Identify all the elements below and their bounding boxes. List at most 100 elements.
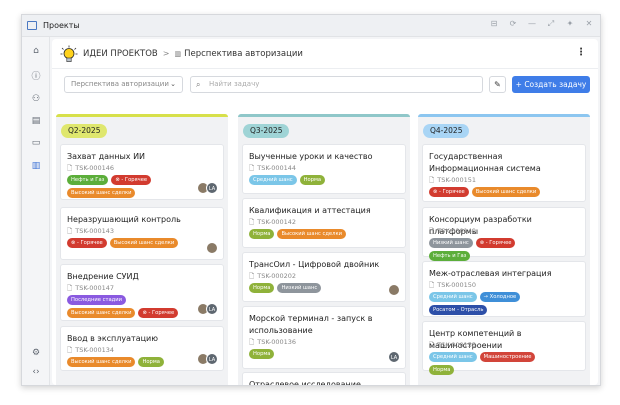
refresh-icon[interactable]: ⟳ xyxy=(508,19,518,29)
app-window: Проекты ⊟ ⟳ — ⤢ ✦ ✕ ⌂ ⓘ ⚇ ▤ ▭ ▥ ⚙ ‹› ИДЕ… xyxy=(21,14,601,386)
assignee-avatars: LA xyxy=(197,182,218,194)
task-card[interactable]: Морской терминал - запуск в использовани… xyxy=(242,306,406,369)
close-icon[interactable]: ✕ xyxy=(584,19,594,29)
tag-list: Средний шанс Машиностроение Норма xyxy=(429,352,559,375)
column-title: Q3-2025 xyxy=(243,124,290,138)
chat-icon[interactable]: ▭ xyxy=(30,137,42,149)
task-card[interactable]: Меж-отраслевая интеграция 🗋 TSK-000150 Сред… xyxy=(422,261,586,317)
sidebar: ⌂ ⓘ ⚇ ▤ ▭ ▥ ⚙ ‹› xyxy=(22,37,50,385)
breadcrumb-root[interactable]: ИДЕИ ПРОЕКТОВ xyxy=(83,49,158,59)
task-id-text: TSK-000150 xyxy=(437,281,477,289)
tag-list: ⊗ - Горячее Высокий шанс сделки xyxy=(67,238,197,248)
task-title: Внедрение СУИД xyxy=(67,272,139,281)
task-card[interactable]: Внедрение СУИД 🗋 TSK-000147 Последние стади… xyxy=(60,264,224,321)
code-icon[interactable]: ‹› xyxy=(30,366,42,378)
column-color-bar xyxy=(418,114,590,117)
filter-bar: Перспектива авторизации ⌄ ⌕ Найти задачу… xyxy=(52,70,598,100)
task-title: Захват данных ИИ xyxy=(67,152,146,161)
avatar-initials[interactable]: LA xyxy=(388,351,400,363)
task-id-text: TSK-000202 xyxy=(257,272,297,280)
tag-badge: Средний шанс xyxy=(429,352,477,362)
tag-badge: ⊗ - Горячее xyxy=(429,187,469,197)
tag-badge: Норма xyxy=(138,357,164,367)
task-card[interactable]: Неразрушающий контроль 🗋 TSK-000143 ⊗ - Гор… xyxy=(60,207,224,260)
document-icon: 🗋 xyxy=(429,227,435,235)
layout-icon[interactable]: ⊟ xyxy=(489,19,499,29)
search-input[interactable]: ⌕ Найти задачу xyxy=(190,76,483,93)
avatar[interactable] xyxy=(388,284,400,296)
pin-icon[interactable]: ✦ xyxy=(565,19,575,29)
tag-list: Низкий шанс ⊗ - Горячее Нефть и Газ xyxy=(429,238,559,261)
chevron-down-icon: ⌄ xyxy=(170,80,176,88)
tag-badge: ⊗ - Горячее xyxy=(67,238,107,248)
tag-list: Нефть и Газ ⊗ - Горячее Высокий шанс сделк… xyxy=(67,175,197,198)
avatar-initials[interactable]: LA xyxy=(206,353,218,365)
task-id: 🗋 TSK-000143 xyxy=(67,227,114,238)
task-title: Отраслевое исследование xyxy=(249,380,361,386)
task-title: Государственная Информационная система xyxy=(429,152,541,173)
create-task-button[interactable]: + Создать задачу xyxy=(512,76,590,93)
task-card[interactable]: ТрансОил - Цифровой двойник 🗋 TSK-000202 Но… xyxy=(242,252,406,302)
avatar-initials[interactable]: LA xyxy=(206,182,218,194)
tag-badge: ⊗ - Горячее xyxy=(475,238,516,248)
assignee-avatars xyxy=(206,242,218,254)
tag-badge: Норма xyxy=(299,175,326,185)
document-icon: 🗋 xyxy=(67,164,73,172)
task-id: 🗋 TSK-000150 xyxy=(429,281,476,292)
document-icon: 🗋 xyxy=(67,284,73,292)
assignee-avatars: LA xyxy=(197,303,218,315)
task-id-text: TSK-000143 xyxy=(75,227,115,235)
tag-list: Средний шанс → Холодное Росатом - Отрасль xyxy=(429,292,559,315)
document-icon: 🗋 xyxy=(429,281,435,289)
board-icon[interactable]: ▥ xyxy=(30,160,42,172)
task-card[interactable]: Квалификация и аттестация 🗋 TSK-000142 Норм… xyxy=(242,198,406,248)
info-icon[interactable]: ⓘ xyxy=(30,71,42,83)
home-icon[interactable]: ⌂ xyxy=(30,45,42,57)
minimize-icon[interactable]: — xyxy=(527,19,537,29)
task-card[interactable]: Выученные уроки и качество 🗋 TSK-000144 Сре… xyxy=(242,144,406,194)
kanban-column: Q2-2025 Захват данных ИИ 🗋 TSK-000146 Нефть … xyxy=(56,114,228,385)
task-title: Морской терминал - запуск в использовани… xyxy=(249,314,373,335)
task-id-text: TSK-000136 xyxy=(257,338,297,346)
task-id-text: TSK-000142 xyxy=(257,218,297,226)
avatar-initials[interactable]: LA xyxy=(206,303,218,315)
task-id: 🗋 TSK-000151 xyxy=(429,176,476,187)
pencil-icon: ✎ xyxy=(494,80,501,89)
tag-list: Норма Высокий шанс сделки xyxy=(249,229,379,239)
avatar[interactable] xyxy=(206,242,218,254)
tag-list: ⊗ - Горячее Высокий шанс сделки xyxy=(429,187,559,197)
task-card[interactable]: Государственная Информационная система 🗋 T… xyxy=(422,144,586,202)
tag-badge: Высокий шанс сделки xyxy=(109,238,179,248)
task-id-text: TSK-000147 xyxy=(75,284,115,292)
users-icon[interactable]: ⚇ xyxy=(30,93,42,105)
task-card[interactable]: Ввод в эксплуатацию 🗋 TSK-000134 Высокий ша… xyxy=(60,326,224,371)
task-id: 🗋 TSK-000149 xyxy=(429,227,476,238)
tag-badge: Норма xyxy=(429,365,455,375)
tag-badge: Норма xyxy=(249,283,275,293)
tag-badge: Машиностроение xyxy=(479,352,536,362)
clipboard-icon[interactable]: ▤ xyxy=(30,115,42,127)
task-id: 🗋 TSK-000202 xyxy=(249,272,296,283)
task-title: Ввод в эксплуатацию xyxy=(67,334,158,343)
task-card[interactable]: Захват данных ИИ 🗋 TSK-000146 Нефть и Газ ⊗ … xyxy=(60,144,224,200)
tag-list: Средний шанс Норма xyxy=(249,175,379,185)
board-select[interactable]: Перспектива авторизации ⌄ xyxy=(64,76,183,93)
task-card[interactable]: Отраслевое исследование🗋TSK-000203 xyxy=(242,372,406,386)
document-icon: 🗋 xyxy=(429,341,435,349)
edit-button[interactable]: ✎ xyxy=(489,76,506,93)
settings-icon[interactable]: ⚙ xyxy=(30,347,42,359)
task-card[interactable]: Центр компетенций в машиностроении 🗋 TSK-0… xyxy=(422,321,586,375)
tag-badge: Высокий шанс сделки xyxy=(471,187,541,197)
breadcrumb: ИДЕИ ПРОЕКТОВ > ▥ Перспектива авторизаци… xyxy=(52,39,598,69)
document-icon: 🗋 xyxy=(67,227,73,235)
column-title: Q2-2025 xyxy=(61,124,108,138)
task-id: 🗋 TSK-000153 xyxy=(429,341,476,352)
task-card[interactable]: Консорциум разработки платформы 🗋 TSK-0001… xyxy=(422,207,586,261)
task-title: Выученные уроки и качество xyxy=(249,152,373,161)
tag-list: Норма xyxy=(249,349,379,359)
tag-list: Норма Низкий шанс xyxy=(249,283,379,293)
document-icon: 🗋 xyxy=(249,164,255,172)
more-icon[interactable]: ⋮ xyxy=(576,47,586,58)
tag-badge: Высокий шанс сделки xyxy=(277,229,346,239)
maximize-icon[interactable]: ⤢ xyxy=(546,19,556,29)
